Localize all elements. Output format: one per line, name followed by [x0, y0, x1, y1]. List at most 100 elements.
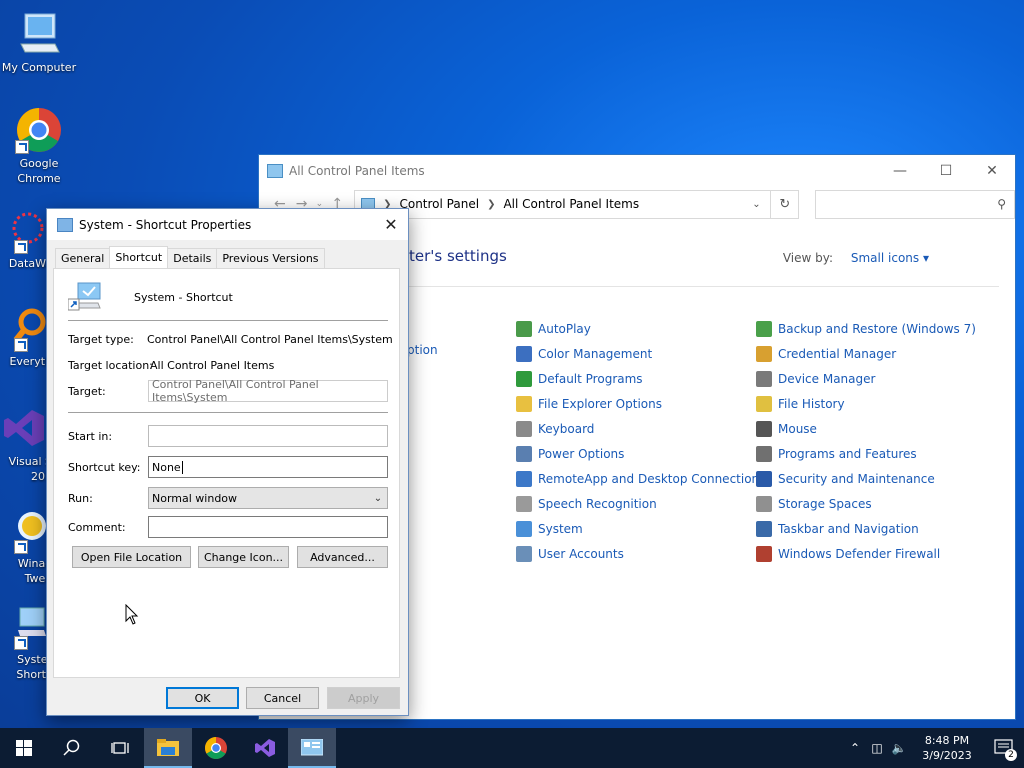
ok-button[interactable]: OK: [166, 687, 239, 709]
target-type-label: Target type:: [68, 333, 134, 346]
control-panel-item-label: Backup and Restore (Windows 7): [778, 321, 976, 336]
taskbar-chrome[interactable]: [192, 728, 240, 768]
divider: [68, 320, 388, 321]
open-file-location-button[interactable]: Open File Location: [72, 546, 191, 568]
apply-button[interactable]: Apply: [327, 687, 400, 709]
tab-general[interactable]: General: [55, 248, 111, 268]
comment-field[interactable]: [148, 516, 388, 538]
refresh-button[interactable]: ↻: [771, 189, 800, 219]
control-panel-item-icon: [756, 420, 772, 437]
window-title: All Control Panel Items: [289, 163, 425, 178]
close-button[interactable]: ✕: [374, 215, 408, 234]
clock[interactable]: 8:48 PM 3/9/2023: [910, 733, 984, 763]
control-panel-item-label: Storage Spaces: [778, 496, 872, 511]
control-panel-item[interactable]: Backup and Restore (Windows 7): [756, 316, 976, 341]
target-field[interactable]: Control Panel\All Control Panel Items\Sy…: [148, 378, 388, 404]
address-bar[interactable]: ❯ Control Panel ❯ All Control Panel Item…: [354, 189, 772, 219]
chrome-icon: [15, 106, 63, 154]
control-panel-item[interactable]: Taskbar and Navigation: [756, 516, 976, 541]
control-panel-item[interactable]: Programs and Features: [756, 441, 976, 466]
control-panel-item[interactable]: Security and Maintenance: [756, 466, 976, 491]
control-panel-item[interactable]: Keyboard: [516, 416, 765, 441]
control-panel-icon: [267, 163, 283, 178]
start-in-label: Start in:: [68, 430, 113, 443]
control-panel-item[interactable]: Speech Recognition: [516, 491, 765, 516]
action-center-button[interactable]: 2: [984, 728, 1024, 768]
control-panel-item-label: System: [538, 521, 583, 536]
minimize-button[interactable]: —: [877, 156, 923, 186]
maximize-button[interactable]: ☐: [923, 156, 969, 186]
view-by: View by: Small icons ▾: [783, 251, 929, 265]
control-panel-item[interactable]: File History: [756, 391, 976, 416]
network-icon[interactable]: ◫: [866, 741, 888, 755]
control-panel-item-label: File Explorer Options: [538, 396, 662, 411]
control-panel-item-label: Taskbar and Navigation: [778, 521, 919, 536]
items-column-2: Backup and Restore (Windows 7) Credential…: [756, 316, 976, 566]
everything-search-icon: [0, 304, 46, 352]
change-icon-button[interactable]: Change Icon...: [198, 546, 289, 568]
tab-shortcut[interactable]: Shortcut: [109, 246, 169, 268]
control-panel-item[interactable]: Device Manager: [756, 366, 976, 391]
control-panel-item-icon: [516, 345, 532, 362]
control-panel-item-icon: [516, 420, 532, 437]
desktop-icon-chrome[interactable]: Google Chrome: [0, 106, 79, 186]
volume-icon[interactable]: 🔈: [888, 741, 910, 755]
control-panel-item-icon: [756, 445, 772, 462]
control-panel-item[interactable]: Default Programs: [516, 366, 765, 391]
text-caret: [181, 460, 183, 474]
shortcut-key-value: None: [152, 460, 181, 474]
search-button[interactable]: [48, 728, 96, 768]
control-panel-item[interactable]: File Explorer Options: [516, 391, 765, 416]
taskbar-file-explorer[interactable]: [144, 728, 192, 768]
control-panel-item[interactable]: AutoPlay: [516, 316, 765, 341]
control-panel-item-label: File History: [778, 396, 845, 411]
tab-previous-versions[interactable]: Previous Versions: [216, 248, 325, 268]
control-panel-item[interactable]: System: [516, 516, 765, 541]
cancel-button[interactable]: Cancel: [246, 687, 319, 709]
advanced-button[interactable]: Advanced...: [297, 546, 388, 568]
control-panel-item-icon: [516, 445, 532, 462]
start-in-field[interactable]: [148, 425, 388, 447]
control-panel-titlebar[interactable]: All Control Panel Items — ☐ ✕: [259, 155, 1015, 186]
control-panel-icon: [301, 739, 323, 756]
monitor-icon: [15, 10, 63, 58]
task-view-button[interactable]: [96, 728, 144, 768]
control-panel-item-label: Default Programs: [538, 371, 643, 386]
search-input[interactable]: ⚲: [815, 189, 1015, 219]
clock-time: 8:48 PM: [924, 734, 970, 747]
breadcrumb-all-items[interactable]: All Control Panel Items: [503, 197, 639, 211]
dialog-titlebar[interactable]: System - Shortcut Properties ✕: [47, 209, 408, 240]
shortcut-key-field[interactable]: None: [148, 456, 388, 478]
run-select-value: Normal window: [152, 491, 238, 505]
control-panel-item[interactable]: Windows Defender Firewall: [756, 541, 976, 566]
control-panel-item[interactable]: Storage Spaces: [756, 491, 976, 516]
chevron-up-icon[interactable]: ⌃: [844, 741, 866, 755]
control-panel-item[interactable]: Credential Manager: [756, 341, 976, 366]
breadcrumb-control-panel[interactable]: Control Panel: [399, 197, 479, 211]
control-panel-item-icon: [756, 370, 772, 387]
system-icon: [57, 217, 73, 232]
chevron-down-icon[interactable]: ⌄: [742, 199, 770, 210]
taskbar-control-panel[interactable]: [288, 728, 336, 768]
shortcut-arrow-icon: [14, 338, 28, 352]
start-button[interactable]: [0, 728, 48, 768]
view-by-dropdown[interactable]: Small icons ▾: [851, 251, 929, 265]
list-item-partial[interactable]: ption: [407, 343, 438, 357]
task-view-icon: [111, 742, 129, 754]
control-panel-item[interactable]: User Accounts: [516, 541, 765, 566]
close-button[interactable]: ✕: [969, 156, 1015, 186]
run-select[interactable]: Normal window ⌄: [148, 487, 388, 509]
visual-studio-icon: [255, 739, 275, 757]
control-panel-item[interactable]: Power Options: [516, 441, 765, 466]
control-panel-item[interactable]: Color Management: [516, 341, 765, 366]
taskbar: ⌃ ◫ 🔈 8:48 PM 3/9/2023 2: [0, 728, 1024, 768]
target-location-label: Target location:: [68, 359, 153, 372]
control-panel-item-label: Power Options: [538, 446, 625, 461]
control-panel-item[interactable]: Mouse: [756, 416, 976, 441]
tab-panel-shortcut: System - Shortcut Target type: Control P…: [53, 268, 400, 678]
control-panel-item-icon: [756, 395, 772, 412]
tab-details[interactable]: Details: [167, 248, 218, 268]
taskbar-visual-studio[interactable]: [240, 728, 288, 768]
desktop-icon-my-computer[interactable]: My Computer: [0, 10, 79, 75]
control-panel-item[interactable]: RemoteApp and Desktop Connections: [516, 466, 765, 491]
